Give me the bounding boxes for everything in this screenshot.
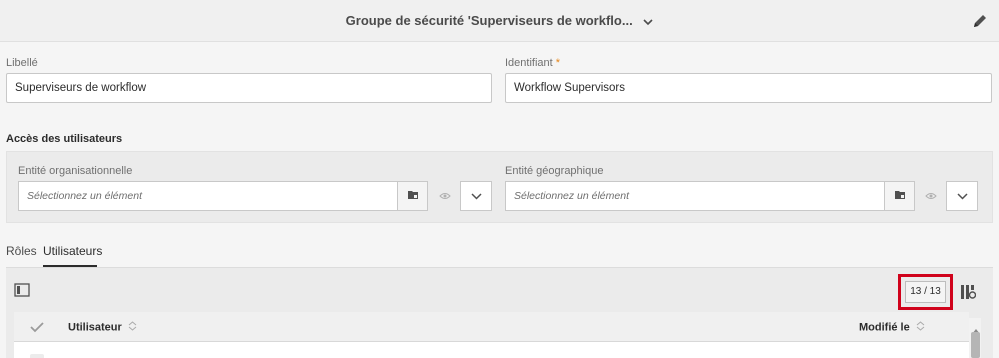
record-counter: 13 / 13 [905, 281, 946, 303]
scroll-up-arrow-icon[interactable] [972, 321, 980, 334]
label-input[interactable]: Superviseurs de workflow [6, 73, 492, 103]
org-entity-browse-button[interactable] [397, 181, 428, 211]
page-title: Groupe de sécurité 'Superviseurs de work… [345, 13, 633, 28]
toggle-sidebar-icon[interactable] [14, 283, 30, 297]
identifier-input[interactable]: Workflow Supervisors [505, 73, 992, 103]
identifier-label-text: Identifiant [505, 57, 553, 69]
sort-icon [128, 321, 137, 334]
table-header [14, 312, 969, 342]
sort-icon [916, 321, 925, 334]
org-entity-label: Entité organisationnelle [18, 165, 133, 177]
edit-icon[interactable] [971, 12, 989, 30]
page-title-dropdown[interactable]: Groupe de sécurité 'Superviseurs de work… [0, 13, 999, 29]
geo-entity-input[interactable]: Sélectionnez un élément [505, 181, 885, 211]
geo-entity-dropdown-button[interactable] [946, 181, 978, 211]
column-header-user[interactable]: Utilisateur [68, 321, 137, 334]
org-entity-view-button[interactable] [430, 181, 460, 211]
identifier-field-label: Identifiant * [505, 57, 560, 69]
table-row[interactable] [14, 342, 969, 358]
org-entity-input[interactable]: Sélectionnez un élément [18, 181, 398, 211]
access-section-title: Accès des utilisateurs [6, 133, 123, 145]
org-entity-dropdown-button[interactable] [460, 181, 492, 211]
row-checkbox[interactable] [30, 354, 44, 358]
geo-entity-browse-button[interactable] [884, 181, 915, 211]
label-field-label: Libellé [6, 57, 38, 69]
chevron-down-icon [470, 187, 482, 205]
column-user-label: Utilisateur [68, 321, 122, 334]
column-settings-icon[interactable] [960, 284, 977, 300]
column-header-modified[interactable]: Modifié le [859, 321, 925, 334]
chevron-down-icon [643, 14, 653, 29]
geo-entity-label: Entité géographique [505, 165, 604, 177]
folder-icon [407, 187, 419, 205]
column-modified-label: Modifié le [859, 321, 910, 334]
eye-icon [439, 187, 451, 205]
folder-icon [894, 187, 906, 205]
geo-entity-view-button[interactable] [916, 181, 946, 211]
header-bar: Groupe de sécurité 'Superviseurs de work… [0, 0, 999, 42]
select-all-checkbox[interactable] [30, 320, 44, 333]
eye-icon [925, 187, 937, 205]
tab-users[interactable]: Utilisateurs [43, 244, 102, 258]
chevron-down-icon [956, 187, 968, 205]
required-mark: * [555, 57, 561, 69]
scrollbar-thumb[interactable] [971, 332, 980, 358]
tab-roles[interactable]: Rôles [6, 244, 37, 258]
